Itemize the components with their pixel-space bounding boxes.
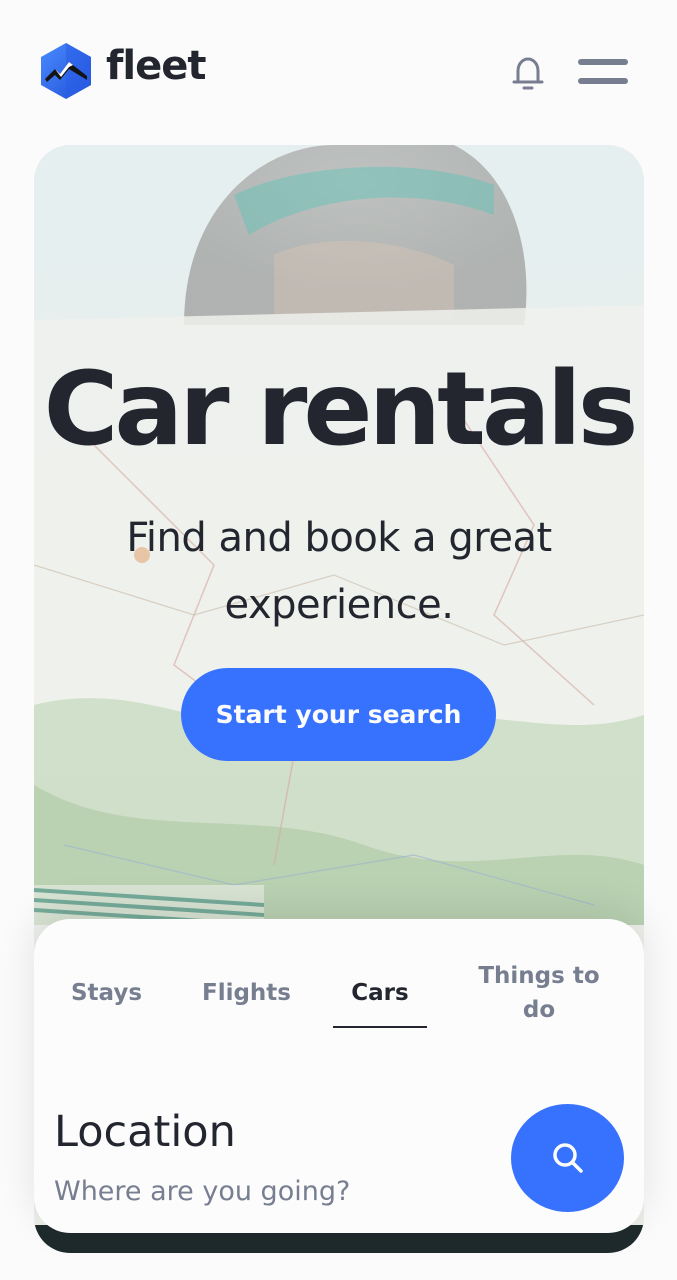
search-button[interactable] (511, 1104, 624, 1212)
fleet-logo-icon[interactable] (39, 42, 93, 100)
search-icon (552, 1143, 583, 1173)
bell-icon[interactable] (508, 53, 548, 93)
start-search-button[interactable]: Start your search (181, 668, 496, 761)
location-input[interactable] (54, 1171, 474, 1211)
tab-stays[interactable]: Stays (54, 976, 159, 1010)
hamburger-menu-icon[interactable] (578, 56, 630, 88)
menu-line (578, 78, 628, 84)
brand-name[interactable]: fleet (106, 46, 206, 86)
active-tab-indicator (333, 1026, 427, 1028)
location-label: Location (54, 1107, 236, 1157)
menu-line (578, 59, 628, 65)
tab-cars[interactable]: Cars (334, 976, 426, 1010)
page: fleet Car rentals Find and book a great … (0, 0, 677, 1280)
category-tabs: Stays Flights Cars Things to do (34, 959, 644, 1049)
hero-subtitle: Find and book a great experience. (126, 515, 552, 628)
search-card: Stays Flights Cars Things to do Location (34, 919, 644, 1233)
tab-flights[interactable]: Flights (184, 976, 309, 1010)
tab-things-to-do[interactable]: Things to do (464, 959, 614, 1027)
hero-title: Car rentals (43, 350, 639, 469)
top-header: fleet (0, 0, 677, 145)
